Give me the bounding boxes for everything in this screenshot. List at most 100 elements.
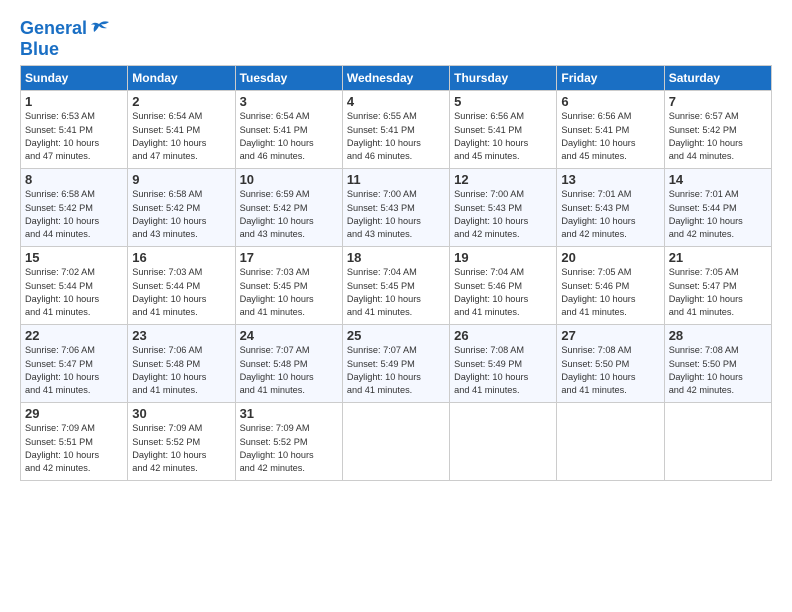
day-number: 7 <box>669 94 767 109</box>
logo-bird-icon <box>89 20 111 38</box>
day-number: 18 <box>347 250 445 265</box>
cell-info: Sunrise: 6:59 AM Sunset: 5:42 PM Dayligh… <box>240 188 338 241</box>
day-number: 27 <box>561 328 659 343</box>
day-number: 8 <box>25 172 123 187</box>
cell-info: Sunrise: 6:54 AM Sunset: 5:41 PM Dayligh… <box>240 110 338 163</box>
calendar-cell: 16Sunrise: 7:03 AM Sunset: 5:44 PM Dayli… <box>128 247 235 325</box>
calendar-cell: 12Sunrise: 7:00 AM Sunset: 5:43 PM Dayli… <box>450 169 557 247</box>
calendar-cell <box>557 403 664 481</box>
calendar-cell: 29Sunrise: 7:09 AM Sunset: 5:51 PM Dayli… <box>21 403 128 481</box>
calendar-header-row: SundayMondayTuesdayWednesdayThursdayFrid… <box>21 66 772 91</box>
day-number: 23 <box>132 328 230 343</box>
cell-info: Sunrise: 7:02 AM Sunset: 5:44 PM Dayligh… <box>25 266 123 319</box>
day-number: 9 <box>132 172 230 187</box>
day-number: 21 <box>669 250 767 265</box>
calendar-week-1: 1Sunrise: 6:53 AM Sunset: 5:41 PM Daylig… <box>21 91 772 169</box>
cell-info: Sunrise: 6:58 AM Sunset: 5:42 PM Dayligh… <box>132 188 230 241</box>
cell-info: Sunrise: 7:04 AM Sunset: 5:46 PM Dayligh… <box>454 266 552 319</box>
day-number: 26 <box>454 328 552 343</box>
cell-info: Sunrise: 7:03 AM Sunset: 5:44 PM Dayligh… <box>132 266 230 319</box>
day-number: 2 <box>132 94 230 109</box>
logo-text: GeneralBlue <box>20 18 87 59</box>
cell-info: Sunrise: 7:09 AM Sunset: 5:52 PM Dayligh… <box>132 422 230 475</box>
calendar-cell: 17Sunrise: 7:03 AM Sunset: 5:45 PM Dayli… <box>235 247 342 325</box>
calendar-cell: 4Sunrise: 6:55 AM Sunset: 5:41 PM Daylig… <box>342 91 449 169</box>
day-number: 20 <box>561 250 659 265</box>
day-number: 6 <box>561 94 659 109</box>
day-number: 5 <box>454 94 552 109</box>
day-number: 29 <box>25 406 123 421</box>
calendar-cell: 10Sunrise: 6:59 AM Sunset: 5:42 PM Dayli… <box>235 169 342 247</box>
day-number: 11 <box>347 172 445 187</box>
cell-info: Sunrise: 7:06 AM Sunset: 5:48 PM Dayligh… <box>132 344 230 397</box>
cell-info: Sunrise: 6:58 AM Sunset: 5:42 PM Dayligh… <box>25 188 123 241</box>
calendar-cell: 9Sunrise: 6:58 AM Sunset: 5:42 PM Daylig… <box>128 169 235 247</box>
day-number: 22 <box>25 328 123 343</box>
header: GeneralBlue <box>20 18 772 59</box>
calendar-header-sunday: Sunday <box>21 66 128 91</box>
calendar-cell: 23Sunrise: 7:06 AM Sunset: 5:48 PM Dayli… <box>128 325 235 403</box>
calendar-cell: 25Sunrise: 7:07 AM Sunset: 5:49 PM Dayli… <box>342 325 449 403</box>
cell-info: Sunrise: 7:01 AM Sunset: 5:44 PM Dayligh… <box>669 188 767 241</box>
calendar-cell: 30Sunrise: 7:09 AM Sunset: 5:52 PM Dayli… <box>128 403 235 481</box>
day-number: 4 <box>347 94 445 109</box>
calendar-header-monday: Monday <box>128 66 235 91</box>
calendar-cell: 21Sunrise: 7:05 AM Sunset: 5:47 PM Dayli… <box>664 247 771 325</box>
calendar-cell: 18Sunrise: 7:04 AM Sunset: 5:45 PM Dayli… <box>342 247 449 325</box>
calendar-cell: 13Sunrise: 7:01 AM Sunset: 5:43 PM Dayli… <box>557 169 664 247</box>
day-number: 19 <box>454 250 552 265</box>
calendar-cell <box>664 403 771 481</box>
calendar-cell: 31Sunrise: 7:09 AM Sunset: 5:52 PM Dayli… <box>235 403 342 481</box>
calendar-cell: 26Sunrise: 7:08 AM Sunset: 5:49 PM Dayli… <box>450 325 557 403</box>
day-number: 12 <box>454 172 552 187</box>
calendar-cell <box>450 403 557 481</box>
calendar-cell <box>342 403 449 481</box>
calendar-cell: 5Sunrise: 6:56 AM Sunset: 5:41 PM Daylig… <box>450 91 557 169</box>
calendar-cell: 28Sunrise: 7:08 AM Sunset: 5:50 PM Dayli… <box>664 325 771 403</box>
calendar-cell: 22Sunrise: 7:06 AM Sunset: 5:47 PM Dayli… <box>21 325 128 403</box>
cell-info: Sunrise: 7:05 AM Sunset: 5:47 PM Dayligh… <box>669 266 767 319</box>
calendar-table: SundayMondayTuesdayWednesdayThursdayFrid… <box>20 65 772 481</box>
calendar-cell: 14Sunrise: 7:01 AM Sunset: 5:44 PM Dayli… <box>664 169 771 247</box>
calendar-cell: 2Sunrise: 6:54 AM Sunset: 5:41 PM Daylig… <box>128 91 235 169</box>
cell-info: Sunrise: 7:06 AM Sunset: 5:47 PM Dayligh… <box>25 344 123 397</box>
calendar-cell: 19Sunrise: 7:04 AM Sunset: 5:46 PM Dayli… <box>450 247 557 325</box>
cell-info: Sunrise: 6:55 AM Sunset: 5:41 PM Dayligh… <box>347 110 445 163</box>
cell-info: Sunrise: 7:05 AM Sunset: 5:46 PM Dayligh… <box>561 266 659 319</box>
calendar-cell: 8Sunrise: 6:58 AM Sunset: 5:42 PM Daylig… <box>21 169 128 247</box>
day-number: 3 <box>240 94 338 109</box>
calendar-cell: 1Sunrise: 6:53 AM Sunset: 5:41 PM Daylig… <box>21 91 128 169</box>
cell-info: Sunrise: 7:01 AM Sunset: 5:43 PM Dayligh… <box>561 188 659 241</box>
calendar-cell: 20Sunrise: 7:05 AM Sunset: 5:46 PM Dayli… <box>557 247 664 325</box>
day-number: 10 <box>240 172 338 187</box>
calendar-cell: 3Sunrise: 6:54 AM Sunset: 5:41 PM Daylig… <box>235 91 342 169</box>
cell-info: Sunrise: 7:03 AM Sunset: 5:45 PM Dayligh… <box>240 266 338 319</box>
calendar-week-2: 8Sunrise: 6:58 AM Sunset: 5:42 PM Daylig… <box>21 169 772 247</box>
cell-info: Sunrise: 7:09 AM Sunset: 5:52 PM Dayligh… <box>240 422 338 475</box>
cell-info: Sunrise: 6:56 AM Sunset: 5:41 PM Dayligh… <box>454 110 552 163</box>
cell-info: Sunrise: 6:54 AM Sunset: 5:41 PM Dayligh… <box>132 110 230 163</box>
calendar-cell: 7Sunrise: 6:57 AM Sunset: 5:42 PM Daylig… <box>664 91 771 169</box>
day-number: 31 <box>240 406 338 421</box>
calendar-cell: 15Sunrise: 7:02 AM Sunset: 5:44 PM Dayli… <box>21 247 128 325</box>
calendar-header-saturday: Saturday <box>664 66 771 91</box>
day-number: 17 <box>240 250 338 265</box>
day-number: 14 <box>669 172 767 187</box>
calendar-header-thursday: Thursday <box>450 66 557 91</box>
day-number: 13 <box>561 172 659 187</box>
cell-info: Sunrise: 6:57 AM Sunset: 5:42 PM Dayligh… <box>669 110 767 163</box>
calendar-week-4: 22Sunrise: 7:06 AM Sunset: 5:47 PM Dayli… <box>21 325 772 403</box>
calendar-cell: 6Sunrise: 6:56 AM Sunset: 5:41 PM Daylig… <box>557 91 664 169</box>
cell-info: Sunrise: 7:09 AM Sunset: 5:51 PM Dayligh… <box>25 422 123 475</box>
cell-info: Sunrise: 7:00 AM Sunset: 5:43 PM Dayligh… <box>347 188 445 241</box>
cell-info: Sunrise: 6:53 AM Sunset: 5:41 PM Dayligh… <box>25 110 123 163</box>
cell-info: Sunrise: 7:08 AM Sunset: 5:49 PM Dayligh… <box>454 344 552 397</box>
day-number: 15 <box>25 250 123 265</box>
cell-info: Sunrise: 7:07 AM Sunset: 5:49 PM Dayligh… <box>347 344 445 397</box>
logo: GeneralBlue <box>20 18 111 59</box>
calendar-week-3: 15Sunrise: 7:02 AM Sunset: 5:44 PM Dayli… <box>21 247 772 325</box>
calendar-cell: 27Sunrise: 7:08 AM Sunset: 5:50 PM Dayli… <box>557 325 664 403</box>
day-number: 1 <box>25 94 123 109</box>
calendar-header-friday: Friday <box>557 66 664 91</box>
day-number: 16 <box>132 250 230 265</box>
